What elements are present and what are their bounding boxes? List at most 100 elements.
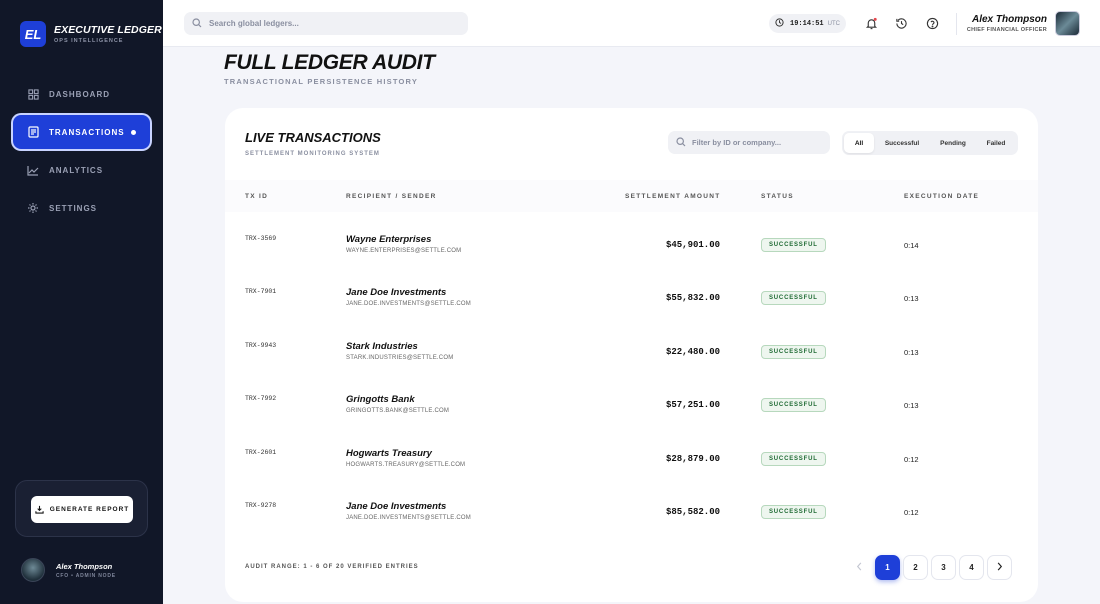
sidebar-item-label: ANALYTICS xyxy=(49,165,104,175)
settlement-amount: $55,832.00 xyxy=(665,293,720,303)
sidebar-item-label: DASHBOARD xyxy=(49,89,110,99)
sidebar-item-dashboard[interactable]: DASHBOARD xyxy=(13,77,150,111)
card-subtitle: SETTLEMENT MONITORING SYSTEM xyxy=(245,151,380,157)
sidebar-user[interactable]: Alex Thompson CFO • ADMIN NODE xyxy=(21,558,116,582)
execution-date: 0:12 xyxy=(904,455,919,464)
status-filter-tabs: All Successful Pending Failed xyxy=(842,131,1018,155)
recipient-name: Wayne Enterprises xyxy=(346,234,432,245)
recipient-name: Jane Doe Investments xyxy=(346,287,447,298)
chevron-right-icon xyxy=(996,562,1003,573)
tx-id: TRX-9278 xyxy=(245,502,277,509)
table-row[interactable]: TRX-9278 Jane Doe Investments JANE.DOE.I… xyxy=(225,487,1038,540)
recipient-email: STARK.INDUSTRIES@SETTLE.COM xyxy=(346,355,454,361)
status-badge: SUCCESSFUL xyxy=(761,452,826,466)
page-title: FULL LEDGER AUDIT xyxy=(224,51,435,74)
execution-date: 0:13 xyxy=(904,401,919,410)
status-badge: SUCCESSFUL xyxy=(761,505,826,519)
filter-search[interactable] xyxy=(668,131,830,154)
sidebar-item-label: TRANSACTIONS xyxy=(49,127,125,137)
page-subtitle: TRANSACTIONAL PERSISTENCE HISTORY xyxy=(224,77,419,86)
settlement-amount: $28,879.00 xyxy=(665,454,720,464)
clock-badge: 19:14:51 UTC xyxy=(769,14,846,33)
status-badge: SUCCESSFUL xyxy=(761,238,826,252)
execution-date: 0:14 xyxy=(904,241,919,250)
generate-report-button[interactable]: GENERATE REPORT xyxy=(31,496,133,523)
clock-time: 19:14:51 xyxy=(790,19,824,28)
report-card: GENERATE REPORT xyxy=(15,480,148,537)
brand-subtitle: OPS INTELLIGENCE xyxy=(54,38,124,44)
generate-report-label: GENERATE REPORT xyxy=(49,506,130,513)
tx-id: TRX-7901 xyxy=(245,288,277,295)
history-icon[interactable] xyxy=(894,16,908,30)
tab-pending[interactable]: Pending xyxy=(930,133,976,153)
sidebar-user-role: CFO • ADMIN NODE xyxy=(56,572,116,579)
pagination: 1 2 3 4 xyxy=(847,555,1015,580)
document-icon xyxy=(27,126,39,138)
global-search[interactable] xyxy=(184,12,468,35)
topbar-user-name: Alex Thompson xyxy=(971,14,1047,25)
recipient-name: Gringotts Bank xyxy=(346,394,415,405)
clock-icon xyxy=(775,18,784,29)
execution-date: 0:13 xyxy=(904,348,919,357)
status-badge: SUCCESSFUL xyxy=(761,398,826,412)
page-button-4[interactable]: 4 xyxy=(959,555,984,580)
sidebar-item-settings[interactable]: SETTINGS xyxy=(13,191,150,225)
status-badge: SUCCESSFUL xyxy=(761,345,826,359)
recipient-email: JANE.DOE.INVESTMENTS@SETTLE.COM xyxy=(346,301,471,307)
sidebar-item-analytics[interactable]: ANALYTICS xyxy=(13,153,150,187)
active-indicator xyxy=(131,130,136,135)
execution-date: 0:13 xyxy=(904,294,919,303)
recipient-email: WAYNE.ENTERPRISES@SETTLE.COM xyxy=(346,248,462,254)
column-header-recipient: RECIPIENT / SENDER xyxy=(346,193,437,200)
tab-failed[interactable]: Failed xyxy=(976,133,1016,153)
table-row[interactable]: TRX-9943 Stark Industries STARK.INDUSTRI… xyxy=(225,327,1038,380)
divider xyxy=(956,13,957,35)
sidebar-user-name: Alex Thompson xyxy=(56,561,113,571)
execution-date: 0:12 xyxy=(904,508,919,517)
column-header-date: EXECUTION DATE xyxy=(904,193,980,200)
table-row[interactable]: TRX-7901 Jane Doe Investments JANE.DOE.I… xyxy=(225,273,1038,326)
avatar xyxy=(1055,11,1080,36)
settlement-amount: $45,901.00 xyxy=(665,240,720,250)
topbar-user[interactable]: Alex Thompson CHIEF FINANCIAL OFFICER xyxy=(967,11,1080,36)
gear-icon xyxy=(27,202,39,214)
column-header-status: STATUS xyxy=(761,193,794,200)
topbar: 19:14:51 UTC Alex Thompson CHIEF FINANCI… xyxy=(163,0,1100,47)
page-button-3[interactable]: 3 xyxy=(931,555,956,580)
clock-zone: UTC xyxy=(827,20,840,27)
status-badge: SUCCESSFUL xyxy=(761,291,826,305)
search-icon xyxy=(192,15,202,33)
table-row[interactable]: TRX-3569 Wayne Enterprises WAYNE.ENTERPR… xyxy=(225,220,1038,273)
page-button-1[interactable]: 1 xyxy=(875,555,900,580)
avatar xyxy=(21,558,45,582)
column-header-amount: SETTLEMENT AMOUNT xyxy=(625,193,721,200)
sidebar-item-transactions[interactable]: TRANSACTIONS xyxy=(13,115,150,149)
chevron-left-icon xyxy=(856,562,863,573)
tx-id: TRX-9943 xyxy=(245,342,277,349)
download-icon xyxy=(35,505,44,514)
search-icon xyxy=(676,134,686,152)
search-input[interactable] xyxy=(209,19,449,28)
brand[interactable]: EL EXECUTIVE LEDGER OPS INTELLIGENCE xyxy=(20,21,162,47)
bell-icon[interactable] xyxy=(864,16,878,30)
brand-logo: EL xyxy=(20,21,46,47)
audit-range: AUDIT RANGE: 1 - 6 OF 20 VERIFIED ENTRIE… xyxy=(245,564,419,570)
settlement-amount: $85,582.00 xyxy=(665,507,720,517)
tab-successful[interactable]: Successful xyxy=(874,133,930,153)
tx-id: TRX-3569 xyxy=(245,235,277,242)
page-button-2[interactable]: 2 xyxy=(903,555,928,580)
recipient-email: HOGWARTS.TREASURY@SETTLE.COM xyxy=(346,462,466,468)
recipient-name: Jane Doe Investments xyxy=(346,501,447,512)
settlement-amount: $22,480.00 xyxy=(665,347,720,357)
prev-page-button[interactable] xyxy=(847,555,872,580)
brand-title: EXECUTIVE LEDGER xyxy=(54,24,162,36)
tab-all[interactable]: All xyxy=(844,133,874,153)
column-header-tx-id: TX ID xyxy=(245,193,269,200)
help-icon[interactable] xyxy=(925,16,939,30)
table-row[interactable]: TRX-7992 Gringotts Bank GRINGOTTS.BANK@S… xyxy=(225,380,1038,433)
filter-input[interactable] xyxy=(692,138,822,147)
table-row[interactable]: TRX-2601 Hogwarts Treasury HOGWARTS.TREA… xyxy=(225,434,1038,487)
next-page-button[interactable] xyxy=(987,555,1012,580)
card-title: LIVE TRANSACTIONS xyxy=(245,130,381,145)
tx-id: TRX-7992 xyxy=(245,395,277,402)
